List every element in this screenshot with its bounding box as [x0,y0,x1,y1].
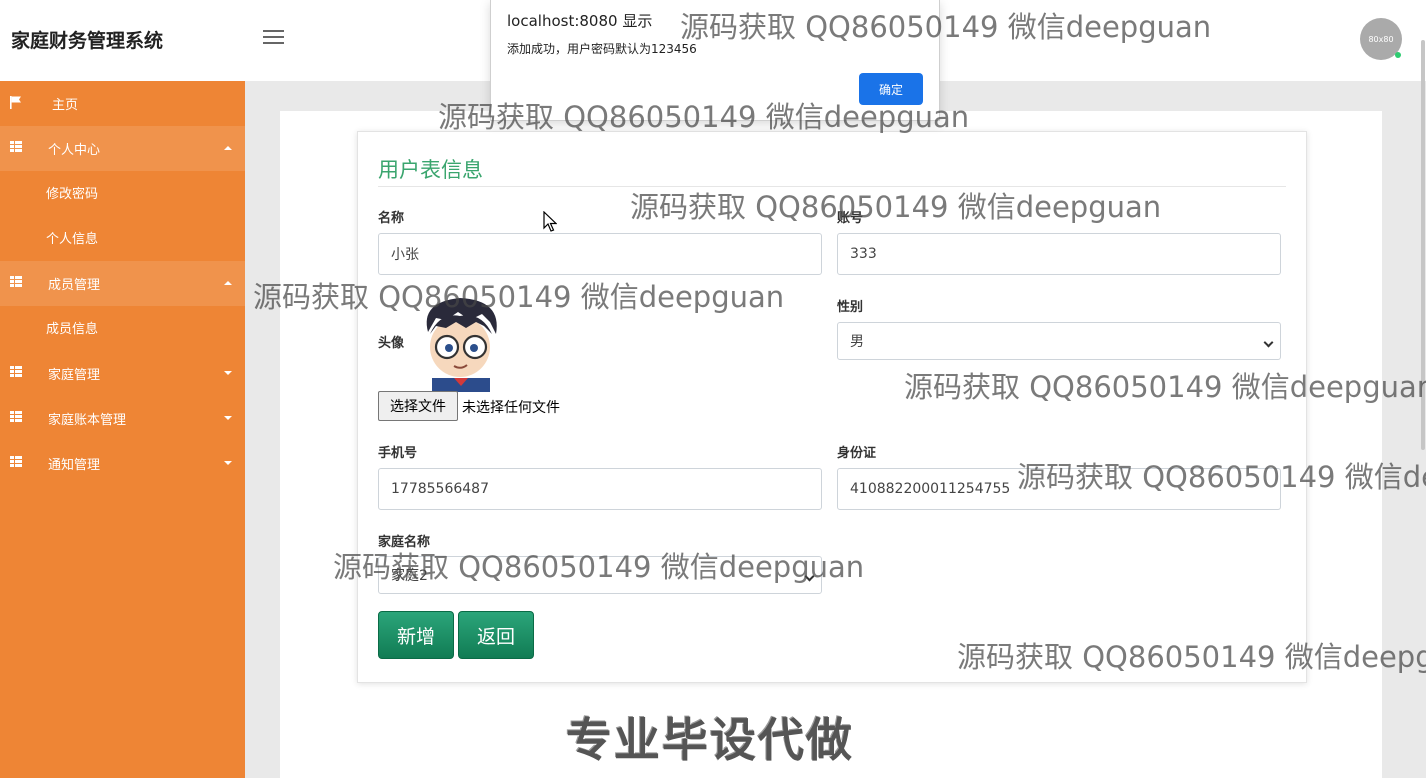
sidebar: 主页 个人中心 修改密码 个人信息 成员管理 成员信息 家庭管理 家庭账本管理 … [0,81,245,778]
gender-select[interactable]: 男 [837,322,1281,360]
id-card-input[interactable]: 410882200011254755 [837,468,1281,510]
sidebar-item-personal-center[interactable]: 个人中心 [0,126,245,171]
dialog-ok-button[interactable]: 确定 [859,73,923,105]
form-title: 用户表信息 [378,158,483,182]
dialog-title: localhost:8080 显示 [507,12,653,30]
sidebar-item-member-management[interactable]: 成员管理 [0,261,245,306]
sidebar-item-label: 通知管理 [48,458,101,473]
family-name-label: 家庭名称 [378,535,431,550]
back-button[interactable]: 返回 [458,611,534,659]
grid-icon [10,366,23,379]
alert-dialog: localhost:8080 显示 添加成功，用户密码默认为123456 确定 [490,0,940,121]
choose-file-button[interactable]: 选择文件 [378,391,458,421]
caret-up-icon [224,146,232,150]
chevron-down-icon [1263,337,1274,348]
name-input[interactable]: 小张 [378,233,822,275]
sidebar-item-label: 家庭账本管理 [48,413,127,428]
sidebar-item-label: 家庭管理 [48,368,101,383]
grid-icon [10,141,23,154]
sidebar-item-home[interactable]: 主页 [0,81,245,126]
online-status-dot [1395,52,1401,58]
sidebar-subitem-change-password[interactable]: 修改密码 [0,171,245,216]
sidebar-subitem-member-info[interactable]: 成员信息 [0,306,245,351]
grid-icon [10,411,23,424]
add-button[interactable]: 新增 [378,611,454,659]
phone-label: 手机号 [378,446,418,461]
sidebar-item-family-ledger-management[interactable]: 家庭账本管理 [0,396,245,441]
phone-input[interactable]: 17785566487 [378,468,822,510]
file-status-text: 未选择任何文件 [462,400,560,416]
caret-down-icon [224,461,232,465]
sidebar-subitem-personal-info[interactable]: 个人信息 [0,216,245,261]
caret-up-icon [224,281,232,285]
sidebar-item-family-management[interactable]: 家庭管理 [0,351,245,396]
mouse-cursor-icon [543,211,557,232]
chevron-down-icon [804,571,815,582]
avatar-preview-image [410,292,510,392]
watermark-stamp: 专业毕设代做 [566,713,854,767]
grid-icon [10,276,23,289]
id-card-label: 身份证 [837,446,877,461]
family-name-select-value: 家庭2 [391,568,428,584]
page-scrollbar[interactable] [1421,40,1425,450]
avatar-label: 头像 [378,336,405,351]
menu-toggle-icon[interactable] [263,30,284,48]
sidebar-item-label: 个人中心 [48,143,101,158]
grid-icon [10,456,23,469]
account-label: 账号 [837,211,864,226]
dialog-message: 添加成功，用户密码默认为123456 [507,42,697,56]
sidebar-item-notice-management[interactable]: 通知管理 [0,441,245,486]
family-name-select[interactable]: 家庭2 [378,556,822,594]
user-form-card: 用户表信息 名称 小张 账号 333 头像 选择文件 未选择任何文件 性别 男 … [357,131,1307,683]
account-input[interactable]: 333 [837,233,1281,275]
caret-down-icon [224,416,232,420]
sidebar-item-label: 主页 [52,98,79,113]
caret-down-icon [224,371,232,375]
gender-label: 性别 [837,300,864,315]
title-divider [378,186,1286,187]
name-label: 名称 [378,211,405,226]
gender-select-value: 男 [850,334,864,350]
app-title: 家庭财务管理系统 [11,30,164,52]
flag-icon [10,96,21,109]
sidebar-item-label: 成员管理 [48,278,101,293]
